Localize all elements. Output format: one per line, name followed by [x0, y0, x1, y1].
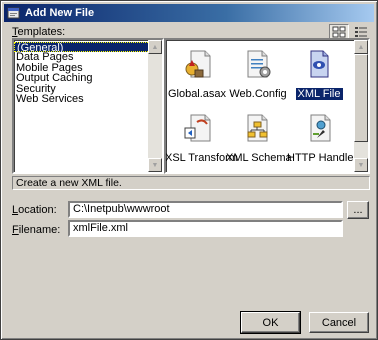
large-icons-icon [332, 26, 346, 38]
template-label: XML File [295, 88, 343, 100]
category-item-output-caching[interactable]: Output Caching [14, 73, 162, 84]
template-http-handler[interactable]: HTTP Handler [285, 112, 357, 164]
small-list-icon [355, 27, 367, 37]
template-web-config[interactable]: Web.Config [224, 48, 292, 100]
template-category-list[interactable]: (General) Data Pages Mobile Pages Output… [12, 38, 164, 174]
category-item-data-pages[interactable]: Data Pages [14, 52, 162, 63]
template-description: Create a new XML file. [12, 176, 370, 190]
templates-label: Templates: [12, 26, 66, 38]
web-config-icon [247, 50, 271, 78]
filename-label: Filename: [12, 224, 61, 236]
browse-button[interactable]: ... [347, 201, 369, 219]
new-file-icon [7, 7, 20, 19]
scroll-up-button[interactable]: ▲ [148, 40, 162, 54]
xml-schema-icon [247, 114, 268, 142]
cancel-button[interactable]: Cancel [309, 312, 369, 333]
template-xml-file[interactable]: XML File [285, 48, 353, 100]
xsl-transform-icon [184, 114, 211, 142]
http-handler-icon [310, 114, 331, 142]
global-asax-icon [185, 50, 211, 78]
template-label: Global.asax [167, 88, 227, 100]
location-label-text: ocation: [18, 204, 57, 216]
location-field[interactable]: C:\Inetpub\wwwroot [68, 201, 343, 218]
scroll-down-button[interactable]: ▼ [148, 158, 162, 172]
category-item-general[interactable]: (General) [14, 41, 162, 53]
template-xml-schema[interactable]: XML Schema [224, 112, 292, 164]
scroll-thumb[interactable] [354, 54, 368, 142]
template-global-asax[interactable]: Global.asax [166, 48, 231, 100]
location-label: Location: [12, 204, 57, 216]
filename-label-text: ilename: [18, 224, 61, 236]
filename-field[interactable]: xmlFile.xml [68, 220, 343, 237]
templates-label-text: emplates: [17, 26, 66, 38]
ok-button[interactable]: OK [240, 311, 301, 334]
template-label: HTTP Handler [287, 152, 358, 164]
template-label: Web.Config [229, 88, 287, 100]
category-scrollbar[interactable]: ▲ ▼ [148, 40, 162, 172]
title-bar[interactable]: Add New File [4, 4, 374, 22]
xml-file-icon [310, 50, 329, 78]
template-scrollbar[interactable]: ▲ ▼ [354, 40, 368, 172]
scroll-down-button[interactable]: ▼ [354, 158, 368, 172]
category-item-mobile-pages[interactable]: Mobile Pages [14, 62, 162, 73]
add-new-file-dialog: Add New File Templates: (General) Data P… [0, 0, 378, 340]
template-xsl-transform[interactable]: XSL Transform [166, 112, 238, 164]
scroll-up-button[interactable]: ▲ [354, 40, 368, 54]
category-item-web-services[interactable]: Web Services [14, 94, 162, 105]
category-item-security[interactable]: Security [14, 83, 162, 94]
template-label: XML Schema [226, 152, 292, 164]
template-icon-view[interactable]: Global.asax Web.Config XML File XSL Tran… [164, 38, 370, 174]
window-title: Add New File [25, 7, 95, 19]
